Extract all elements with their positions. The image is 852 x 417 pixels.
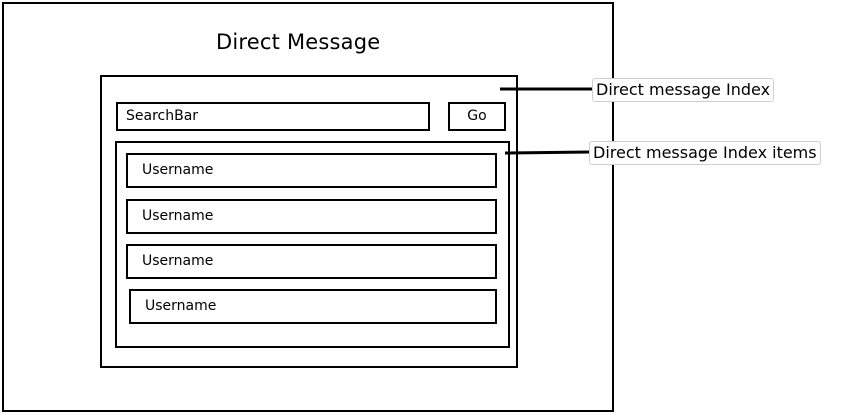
annotation-items-label: Direct message Index items	[589, 141, 821, 165]
items-connector-line	[504, 150, 591, 155]
annotation-connectors	[500, 87, 592, 155]
annotation-index-label: Direct message Index	[592, 78, 775, 102]
